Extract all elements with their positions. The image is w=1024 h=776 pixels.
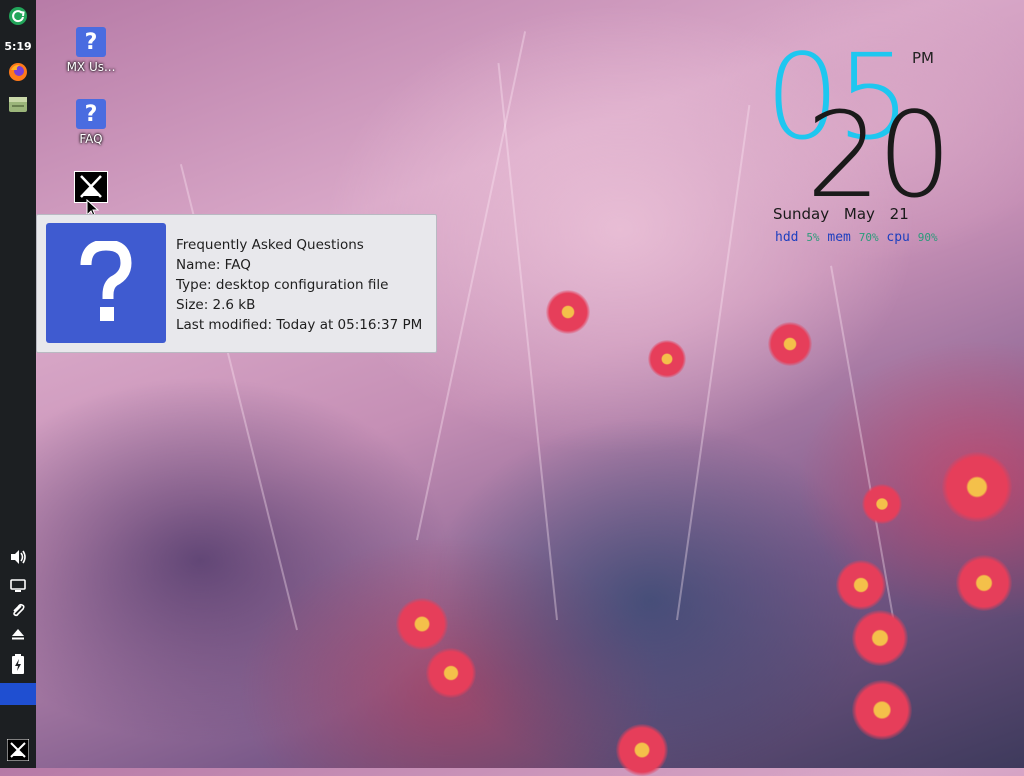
tooltip-title: Frequently Asked Questions (176, 237, 364, 253)
flower (616, 724, 668, 776)
battery-icon[interactable] (0, 651, 36, 677)
flower (852, 680, 912, 740)
flower (396, 598, 448, 650)
panel-clock-text: 5:19 (4, 39, 32, 53)
flower (426, 648, 476, 698)
flower (546, 290, 590, 334)
file-info-tooltip: Frequently Asked Questions Name: FAQ Typ… (36, 214, 437, 353)
flower (648, 340, 686, 378)
tooltip-size: Size: 2.6 kB (176, 297, 256, 313)
active-window-indicator[interactable] (0, 683, 36, 705)
conky-minutes: 20 (806, 86, 952, 224)
update-icon[interactable] (0, 5, 36, 27)
stat-cpu-value: 90% (917, 231, 938, 244)
eject-icon[interactable] (0, 624, 36, 644)
conky-date: Sunday May 21 (773, 205, 909, 223)
conky-stats: hdd 5% mem 70% cpu 90% (775, 230, 938, 245)
help-icon: ? (76, 99, 106, 129)
clipboard-icon[interactable] (0, 600, 36, 620)
stat-mem-value: 70% (858, 231, 879, 244)
panel-clock[interactable]: 5:19 (0, 37, 36, 55)
firefox-icon[interactable] (0, 60, 36, 84)
stat-hdd-label: hdd (775, 230, 799, 245)
mx-logo-icon[interactable] (0, 738, 36, 762)
tooltip-name: Name: FAQ (176, 257, 251, 273)
flower (768, 322, 812, 366)
flower (836, 560, 886, 610)
stat-cpu-label: cpu (886, 230, 910, 245)
desktop-icon-mx-user-manual[interactable]: ? MX Us... (51, 27, 131, 74)
volume-icon[interactable] (0, 546, 36, 568)
flower (942, 452, 1012, 522)
desktop-icon-label: FAQ (79, 132, 103, 146)
tooltip-modified: Last modified: Today at 05:16:37 PM (176, 317, 423, 333)
help-icon: ? (76, 27, 106, 57)
file-manager-icon[interactable] (0, 92, 36, 116)
stat-hdd-value: 5% (806, 231, 820, 244)
display-icon[interactable] (0, 576, 36, 596)
stat-mem-label: mem (827, 230, 851, 245)
flower (862, 484, 902, 524)
help-icon (46, 223, 166, 343)
grass-strand (676, 104, 751, 621)
desktop-icon-faq[interactable]: ? FAQ (51, 99, 131, 146)
tooltip-type: Type: desktop configuration file (176, 277, 389, 293)
flower (852, 610, 908, 666)
flower (956, 555, 1012, 611)
grass-strand (497, 62, 558, 621)
conky-ampm: PM (912, 49, 934, 67)
left-panel: 5:19 (0, 0, 36, 768)
tooltip-text: Frequently Asked Questions Name: FAQ Typ… (176, 235, 422, 335)
desktop-icon-label: MX Us... (66, 60, 116, 74)
